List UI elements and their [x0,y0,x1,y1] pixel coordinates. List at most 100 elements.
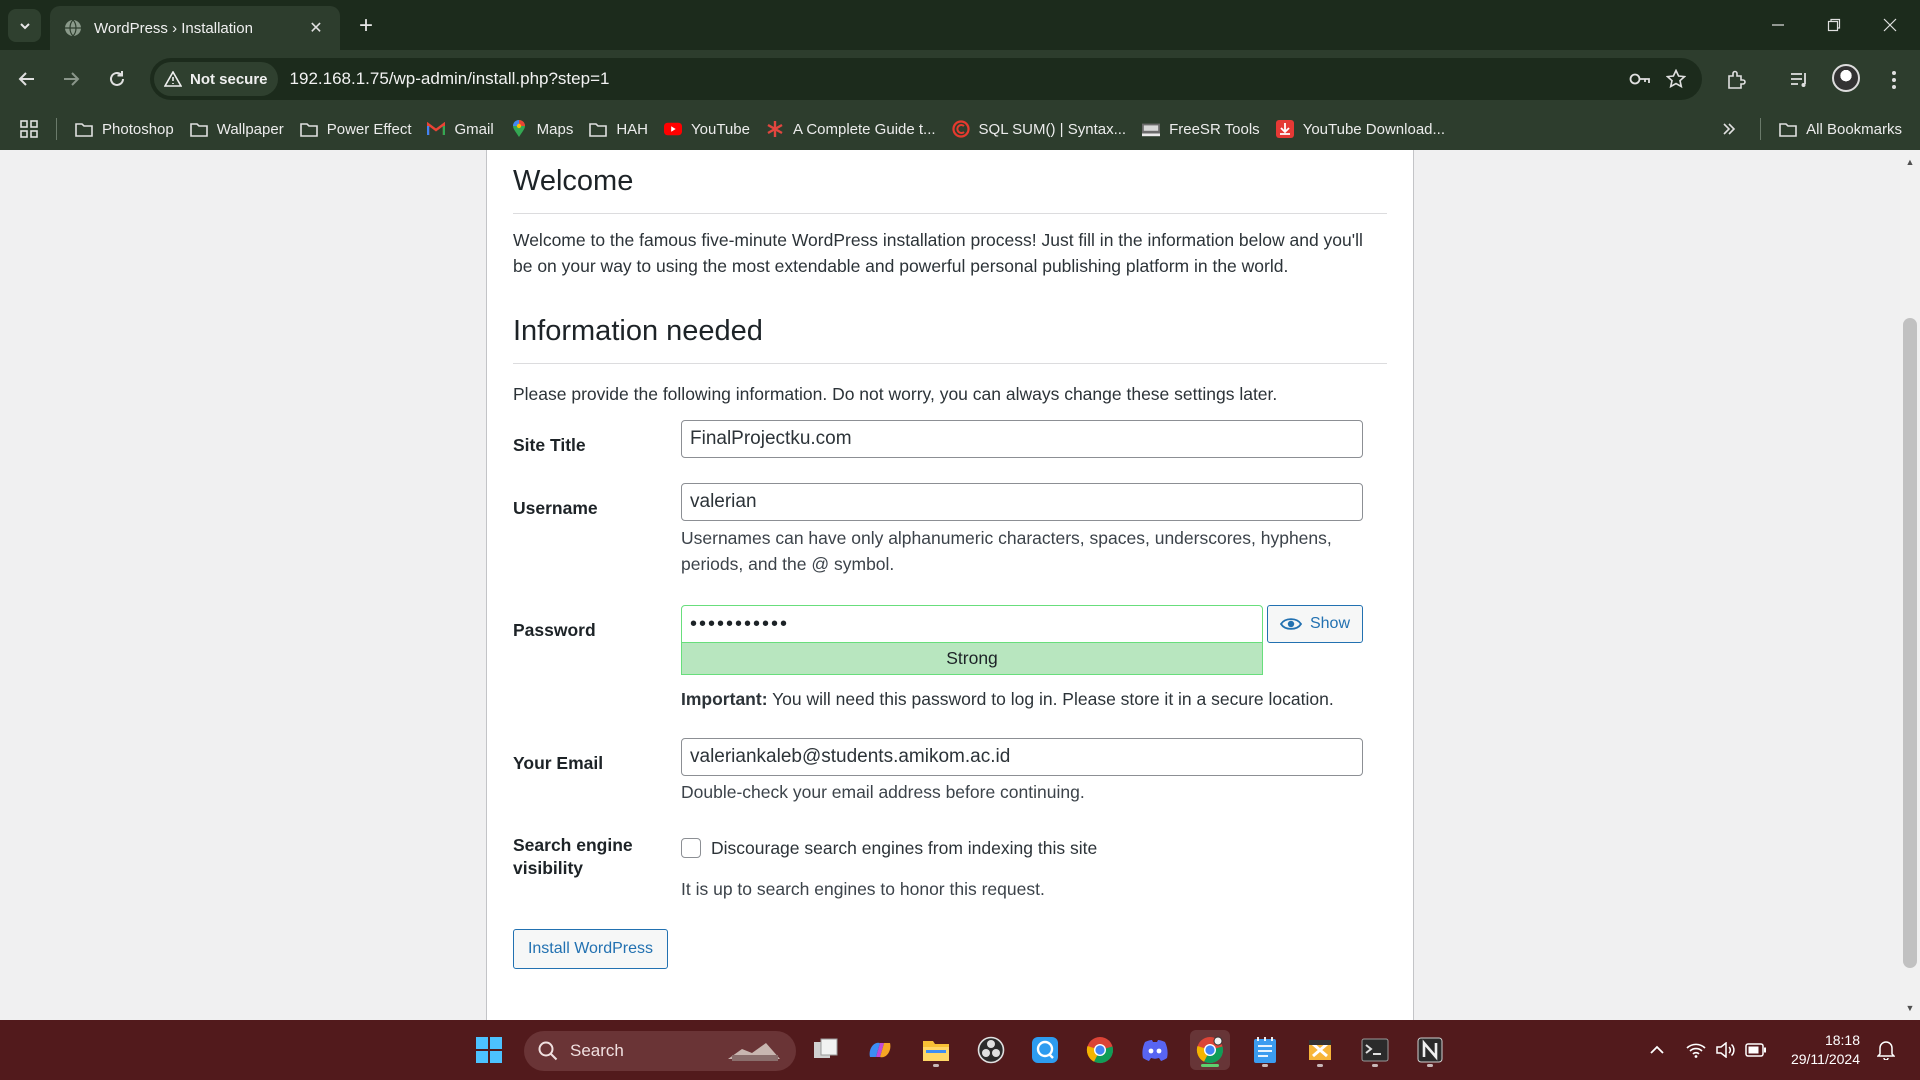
bookmark-power-effect[interactable]: Power Effect [292,114,420,144]
terminal-app[interactable] [1355,1030,1395,1070]
email-input[interactable]: valeriankaleb@students.amikom.ac.id [681,738,1363,776]
scrollbar-thumb[interactable] [1903,318,1917,968]
discord-app[interactable] [1135,1030,1175,1070]
bookmark-label: Gmail [454,120,494,138]
arrow-right-icon [64,72,80,86]
discourage-search-checkbox[interactable] [681,838,701,858]
all-bookmarks-button[interactable]: All Bookmarks [1771,114,1920,144]
xampp-app[interactable] [1300,1030,1340,1070]
bookmark-wallpaper[interactable]: Wallpaper [182,114,292,144]
task-view-button[interactable] [806,1030,846,1070]
notifications-button[interactable] [1874,1038,1898,1062]
puzzle-icon [1728,70,1746,89]
volume-status[interactable] [1714,1038,1738,1062]
apps-button[interactable] [0,114,46,144]
running-indicator [1262,1064,1268,1067]
battery-status[interactable] [1744,1038,1768,1062]
discourage-search-label[interactable]: Discourage search engines from indexing … [711,837,1097,859]
security-chip[interactable]: Not secure [154,62,278,96]
username-input[interactable]: valerian [681,483,1363,521]
media-control-button[interactable] [1784,64,1816,96]
scroll-down-arrow[interactable]: ▼ [1900,1000,1920,1016]
windows-taskbar: Search 18:18 29/11/2024 [0,1020,1920,1080]
bookmark-gmail[interactable]: Gmail [419,114,501,144]
bookmark-label: Maps [536,120,574,138]
notion-app[interactable] [1410,1030,1450,1070]
notion-icon [1417,1037,1443,1063]
bookmark-label: Power Effect [326,120,412,138]
bell-icon [1877,1041,1895,1060]
restore-button[interactable] [1806,0,1862,50]
divider [513,363,1387,364]
messaging-app[interactable] [1025,1030,1065,1070]
chrome-icon [1086,1037,1113,1064]
page-viewport: Welcome Welcome to the famous five-minut… [0,150,1920,1020]
notepad-app[interactable] [1245,1030,1285,1070]
password-label: Password [513,620,596,640]
username-label: Username [513,498,598,518]
show-hidden-icons-button[interactable] [1645,1038,1669,1062]
clock-time: 18:18 [1824,1032,1860,1048]
bookmark-maps[interactable]: Maps [502,114,582,144]
copilot-app[interactable] [860,1030,900,1070]
password-input[interactable]: ••••••••••• [681,605,1263,643]
url-text[interactable]: 192.168.1.75/wp-admin/install.php?step=1 [290,69,1622,89]
email-label: Your Email [513,753,604,773]
info-text: Please provide the following information… [513,384,1278,404]
browser-tab-active[interactable]: WordPress › Installation ✕ [50,6,340,50]
bookmark-label: YouTube [691,120,750,138]
email-hint: Double-check your email address before c… [681,782,1085,802]
file-explorer-app[interactable] [916,1030,956,1070]
close-window-button[interactable] [1862,0,1918,50]
running-indicator [1372,1064,1378,1067]
password-important-note: Important: You will need this password t… [681,686,1334,712]
tab-close-icon[interactable]: ✕ [306,18,326,38]
password-key-button[interactable] [1622,61,1658,97]
profile-avatar[interactable] [1832,64,1860,92]
bookmark-sql-sum[interactable]: SQL SUM() | Syntax... [944,114,1135,144]
eye-icon [1279,618,1302,630]
obs-app[interactable] [971,1030,1011,1070]
start-button[interactable] [469,1030,509,1070]
minimize-button[interactable] [1750,0,1806,50]
bookmark-youtube[interactable]: YouTube [656,114,758,144]
wifi-status[interactable] [1684,1038,1708,1062]
back-button[interactable] [12,64,42,94]
chevron-double-right-icon [1723,123,1736,135]
search-visibility-label-line-2: visibility [513,858,584,878]
chat-app-icon [1032,1037,1058,1063]
bookmark-freesr-tools[interactable]: FreeSR Tools [1134,114,1268,144]
speaker-icon [1716,1042,1735,1058]
bookmark-hah[interactable]: HAH [581,114,656,144]
folder-icon [923,1041,949,1061]
address-bar[interactable]: Not secure 192.168.1.75/wp-admin/install… [150,58,1702,100]
taskbar-clock[interactable]: 18:18 29/11/2024 [1776,1031,1860,1069]
show-password-button[interactable]: Show [1267,605,1363,643]
tab-search-button[interactable] [8,9,41,42]
bookmark-label: HAH [616,120,649,138]
chrome-app[interactable] [1080,1030,1120,1070]
chrome-profile-app[interactable] [1190,1030,1230,1070]
welcome-text-line-2: be on your way to using the most extenda… [513,256,1289,276]
forward-button[interactable] [56,64,86,94]
bookmark-label: SQL SUM() | Syntax... [978,120,1127,138]
bookmark-youtube-download[interactable]: YouTube Download... [1268,114,1453,144]
restore-icon [1827,18,1841,32]
gmail-icon [427,120,446,138]
site-title-input[interactable]: FinalProjectku.com [681,420,1363,458]
new-tab-button[interactable]: + [352,12,380,40]
bookmark-star-button[interactable] [1658,61,1694,97]
important-text: You will need this password to log in. P… [767,689,1334,709]
reload-button[interactable] [102,64,132,94]
bookmark-complete-guide[interactable]: A Complete Guide t... [758,114,944,144]
close-icon [1883,18,1897,32]
browser-menu-button[interactable] [1878,64,1910,96]
install-wordpress-button[interactable]: Install WordPress [513,929,668,969]
extensions-button[interactable] [1720,64,1752,96]
more-bookmarks-button[interactable] [1714,114,1750,144]
important-label: Important: [681,689,768,709]
taskbar-search[interactable]: Search [524,1031,796,1071]
bookmark-photoshop[interactable]: Photoshop [67,114,182,144]
information-heading: Information needed [513,315,763,347]
scroll-up-arrow[interactable]: ▲ [1900,154,1920,170]
